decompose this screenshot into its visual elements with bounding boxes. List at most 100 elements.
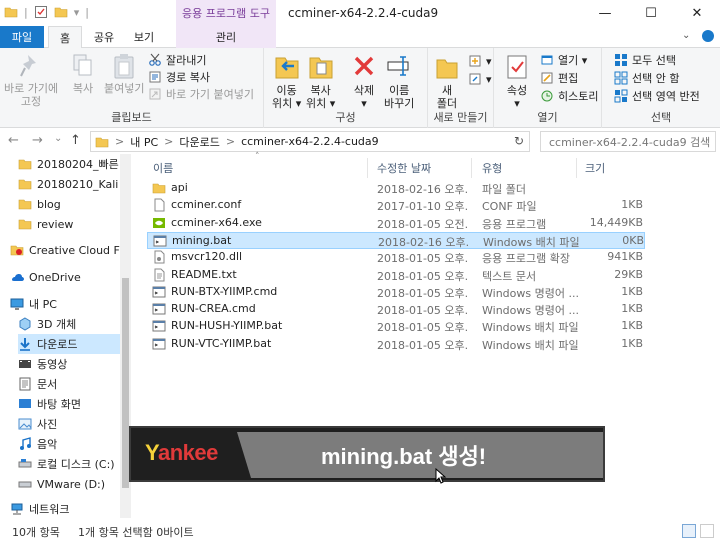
table-row[interactable]: ccminer-x64.exe 2018-01-05 오전... 응용 프로그램 14…: [147, 215, 645, 232]
column-header-modified[interactable]: 수정한 날짜: [377, 158, 431, 178]
forward-arrow-icon[interactable]: →: [32, 133, 43, 148]
select-all-button[interactable]: 모두 선택: [614, 52, 676, 68]
rename-button[interactable]: 이름 바꾸기: [384, 52, 414, 110]
open-button[interactable]: 열기 ▾: [540, 52, 587, 68]
nav-item-downloads[interactable]: 다운로드: [18, 334, 120, 354]
help-icon[interactable]: [702, 30, 714, 42]
table-row[interactable]: RUN-CREA.cmd 2018-01-05 오후... Windows 명령어 …: [147, 301, 645, 318]
new-item-button[interactable]: ▾: [468, 54, 492, 68]
new-folder-button[interactable]: 새 폴더: [434, 52, 460, 110]
table-row[interactable]: ccminer.conf 2017-01-10 오후... CONF 파일 1KB: [147, 197, 645, 214]
file-modified: 2018-02-16 오후...: [377, 183, 469, 196]
paste-button[interactable]: 붙여넣기: [104, 52, 144, 95]
nav-item-onedrive[interactable]: OneDrive: [10, 267, 130, 287]
edit-button[interactable]: 편집: [540, 70, 578, 86]
address-bar[interactable]: > 내 PC > 다운로드 > ccminer-x64-2.2.4-cuda9: [90, 131, 530, 152]
expand-ribbon-icon[interactable]: ⌄: [682, 30, 694, 42]
caption-text: mining.bat 생성!: [321, 444, 487, 469]
tab-view[interactable]: 보기: [126, 26, 162, 48]
tab-file[interactable]: 파일: [0, 26, 44, 48]
copy-button[interactable]: 복사: [70, 52, 96, 95]
table-row[interactable]: api 2018-02-16 오후... 파일 폴더: [147, 180, 645, 197]
paste-shortcut-icon: [149, 88, 161, 100]
easy-access-button[interactable]: ▾: [468, 72, 492, 86]
nav-item-label: 네트워크: [29, 503, 70, 516]
history-icon: [541, 90, 553, 102]
tab-home[interactable]: 홈: [48, 26, 82, 49]
new-folder-icon[interactable]: [54, 5, 68, 19]
large-icons-view-button[interactable]: [700, 524, 714, 538]
table-row[interactable]: RUN-VTC-YIIMP.bat 2018-01-05 오후... Windows…: [147, 336, 645, 353]
nav-item-20180204[interactable]: 20180204_빠른: [18, 154, 131, 174]
caption-banner: Yankee mining.bat 생성!: [129, 426, 605, 484]
nav-item-music[interactable]: 음악: [18, 434, 131, 454]
table-row[interactable]: RUN-BTX-YIIMP.cmd 2018-01-05 오후... Windows…: [147, 284, 645, 301]
refresh-icon[interactable]: ↻: [514, 134, 524, 148]
column-header-name[interactable]: 이름: [153, 158, 173, 178]
minimize-button[interactable]: —: [582, 0, 628, 26]
paste-shortcut-label: 바로 가기 붙여넣기: [166, 88, 254, 101]
maximize-button[interactable]: ☐: [628, 0, 674, 26]
nav-item-local-disk-c[interactable]: 로컬 디스크 (C:): [18, 454, 131, 474]
easy-access-icon: [469, 73, 481, 85]
qat-dropdown-icon[interactable]: ▾: [74, 6, 80, 19]
close-button[interactable]: ✕: [674, 0, 720, 26]
nav-item-desktop[interactable]: 바탕 화면: [18, 394, 131, 414]
videos-icon: [19, 360, 31, 368]
address-row: ← → ⌄ ↑ > 내 PC > 다운로드 > ccminer-x64-2.2.…: [0, 128, 720, 154]
copy-path-button[interactable]: 경로 복사: [148, 69, 210, 85]
nav-item-20180210[interactable]: 20180210_Kali l: [18, 174, 131, 194]
history-button[interactable]: 히스토리: [540, 88, 598, 104]
tab-share[interactable]: 공유: [86, 26, 122, 48]
properties-button[interactable]: 속성 ▾: [504, 52, 530, 110]
file-type: Windows 배치 파일: [482, 321, 578, 335]
select-none-button[interactable]: 선택 안 함: [614, 70, 679, 86]
select-group: 모두 선택 선택 안 함 선택 영역 반전 선택: [602, 48, 720, 128]
nav-scrollbar-thumb[interactable]: [122, 278, 129, 488]
paste-shortcut-button[interactable]: 바로 가기 붙여넣기: [148, 86, 254, 102]
nav-item-vmware-d[interactable]: VMware (D:): [18, 474, 131, 494]
back-arrow-icon[interactable]: ←: [8, 133, 19, 148]
delete-button[interactable]: 삭제 ▾: [350, 52, 378, 110]
recent-locations-icon[interactable]: ⌄: [54, 133, 62, 144]
nav-item-videos[interactable]: 동영상: [18, 354, 131, 374]
folder-icon[interactable]: [4, 5, 18, 19]
nav-item-network[interactable]: 네트워크: [10, 499, 130, 518]
nav-item-label: 동영상: [37, 358, 68, 371]
nav-item-pictures[interactable]: 사진: [18, 414, 131, 434]
cut-button[interactable]: 잘라내기: [148, 52, 206, 68]
up-arrow-icon[interactable]: ↑: [70, 133, 81, 148]
search-input[interactable]: ccminer-x64-2.2.4-cuda9 검색: [540, 131, 716, 152]
breadcrumb-my-pc[interactable]: 내 PC: [130, 134, 158, 150]
nav-item-creative-cloud[interactable]: Creative Cloud Fil: [10, 240, 130, 260]
table-row[interactable]: msvcr120.dll 2018-01-05 오후... 응용 프로그램 확장 94…: [147, 249, 645, 266]
nav-item-label: 사진: [37, 418, 58, 431]
details-view-button[interactable]: [682, 524, 696, 538]
pin-to-quick-access-button[interactable]: 바로 가기에 고정: [4, 52, 58, 108]
tab-manage[interactable]: 관리: [176, 26, 276, 48]
nav-item-3d-objects[interactable]: 3D 개체: [18, 314, 131, 334]
nav-item-blog[interactable]: blog: [18, 194, 131, 214]
breadcrumb-current-folder[interactable]: ccminer-x64-2.2.4-cuda9: [241, 135, 379, 148]
table-row[interactable]: mining.bat 2018-02-16 오후... Windows 배치 파일 0…: [147, 231, 645, 249]
table-row[interactable]: RUN-HUSH-YIIMP.bat 2018-01-05 오후... Window…: [147, 318, 645, 335]
nav-item-my-pc[interactable]: 내 PC: [10, 294, 130, 314]
breadcrumb-downloads[interactable]: 다운로드: [179, 134, 219, 150]
nav-item-documents[interactable]: 문서: [18, 374, 131, 394]
drive-icon: [18, 459, 32, 468]
open-group: 속성 ▾ 열기 ▾ 편집 히스토리 열기: [494, 48, 602, 128]
network-icon: [11, 503, 23, 515]
copy-to-icon: [309, 57, 333, 79]
column-divider[interactable]: [367, 158, 368, 178]
nav-item-review[interactable]: review: [18, 214, 131, 234]
table-row[interactable]: README.txt 2018-01-05 오후... 텍스트 문서 29KB: [147, 267, 645, 284]
move-to-button[interactable]: 이동 위치 ▾: [272, 52, 301, 110]
column-divider[interactable]: [576, 158, 577, 178]
invert-selection-button[interactable]: 선택 영역 반전: [614, 88, 700, 104]
column-divider[interactable]: [471, 158, 472, 178]
column-header-type[interactable]: 유형: [482, 158, 502, 178]
copy-to-button[interactable]: 복사 위치 ▾: [306, 52, 335, 110]
properties-check-icon[interactable]: [34, 5, 48, 19]
folder-icon: [95, 137, 109, 147]
column-header-size[interactable]: 크기: [585, 158, 605, 178]
